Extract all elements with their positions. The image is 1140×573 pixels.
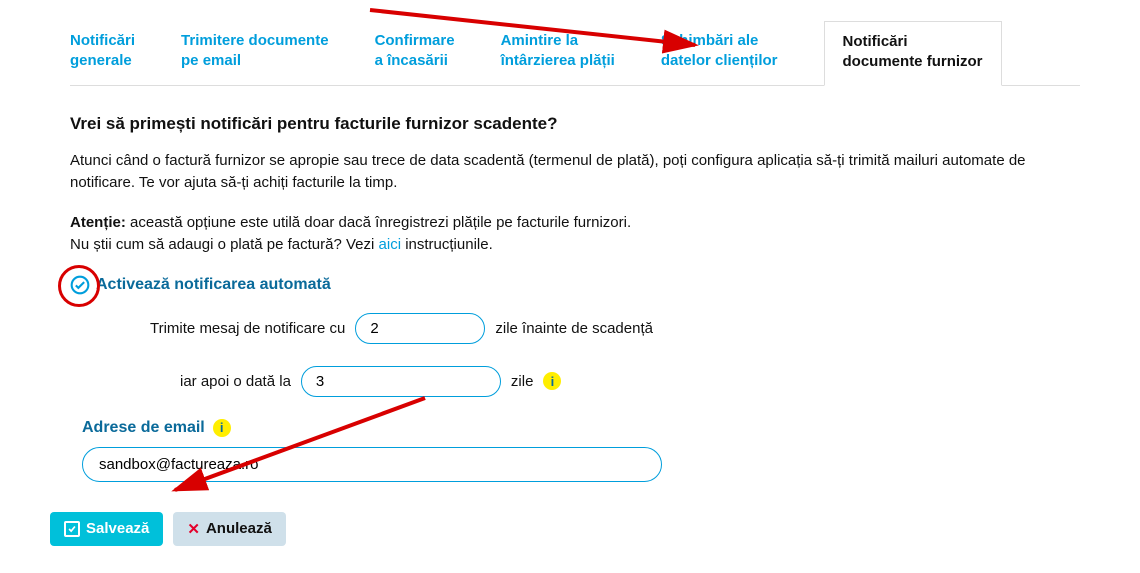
- warning-bold: Atenție:: [70, 214, 126, 231]
- tab-confirmare-incasare[interactable]: Confirmare a încasării: [375, 21, 473, 86]
- cfg1-post: zile înainte de scadență: [495, 320, 653, 337]
- action-buttons: Salvează ✕ Anulează: [50, 512, 1080, 546]
- cfg1-pre: Trimite mesaj de notificare cu: [150, 320, 345, 337]
- check-circle-icon[interactable]: [70, 275, 90, 295]
- tabs-bar: Notificări generale Trimitere documente …: [70, 20, 1080, 86]
- tab-trimitere-documente[interactable]: Trimitere documente pe email: [181, 21, 347, 86]
- checkbox-check-icon: [64, 521, 80, 537]
- cfg2-pre: iar apoi o dată la: [180, 373, 291, 390]
- config-repeat-days: iar apoi o dată la zile i: [180, 366, 1080, 397]
- email-input[interactable]: [82, 447, 662, 482]
- warning-block: Atenție: această opțiune este utilă doar…: [70, 212, 1080, 257]
- x-icon: ✕: [187, 520, 200, 538]
- tab-notificari-generale[interactable]: Notificări generale: [70, 21, 153, 86]
- info-icon[interactable]: i: [543, 372, 561, 390]
- page-heading: Vrei să primești notificări pentru factu…: [70, 114, 1080, 134]
- activate-label[interactable]: Activează notificarea automată: [96, 276, 331, 294]
- warning-line2-post: instrucțiunile.: [401, 236, 493, 253]
- warning-line2-pre: Nu știi cum să adaugi o plată pe factură…: [70, 236, 379, 253]
- cancel-label: Anulează: [206, 520, 272, 537]
- repeat-days-input[interactable]: [301, 366, 501, 397]
- save-label: Salvează: [86, 520, 149, 537]
- tab-amintire-intarziere[interactable]: Amintire la întârzierea plății: [501, 21, 633, 86]
- email-section-label: Adrese de email i: [82, 419, 1080, 437]
- days-before-input[interactable]: [355, 313, 485, 344]
- tab-schimbari-clienti[interactable]: Schimbări ale datelor clienților: [661, 21, 796, 86]
- tab-notificari-furnizor[interactable]: Notificări documente furnizor: [824, 21, 1002, 86]
- email-section-text: Adrese de email: [82, 419, 205, 437]
- cancel-button[interactable]: ✕ Anulează: [173, 512, 285, 546]
- cfg2-post: zile: [511, 373, 534, 390]
- intro-paragraph: Atunci când o factură furnizor se apropi…: [70, 150, 1080, 194]
- save-button[interactable]: Salvează: [50, 512, 163, 546]
- instructions-link[interactable]: aici: [379, 236, 402, 253]
- warning-line1: această opțiune este utilă doar dacă înr…: [126, 214, 631, 231]
- config-days-before: Trimite mesaj de notificare cu zile înai…: [150, 313, 1080, 344]
- info-icon[interactable]: i: [213, 419, 231, 437]
- activate-toggle-row: Activează notificarea automată: [70, 275, 1080, 295]
